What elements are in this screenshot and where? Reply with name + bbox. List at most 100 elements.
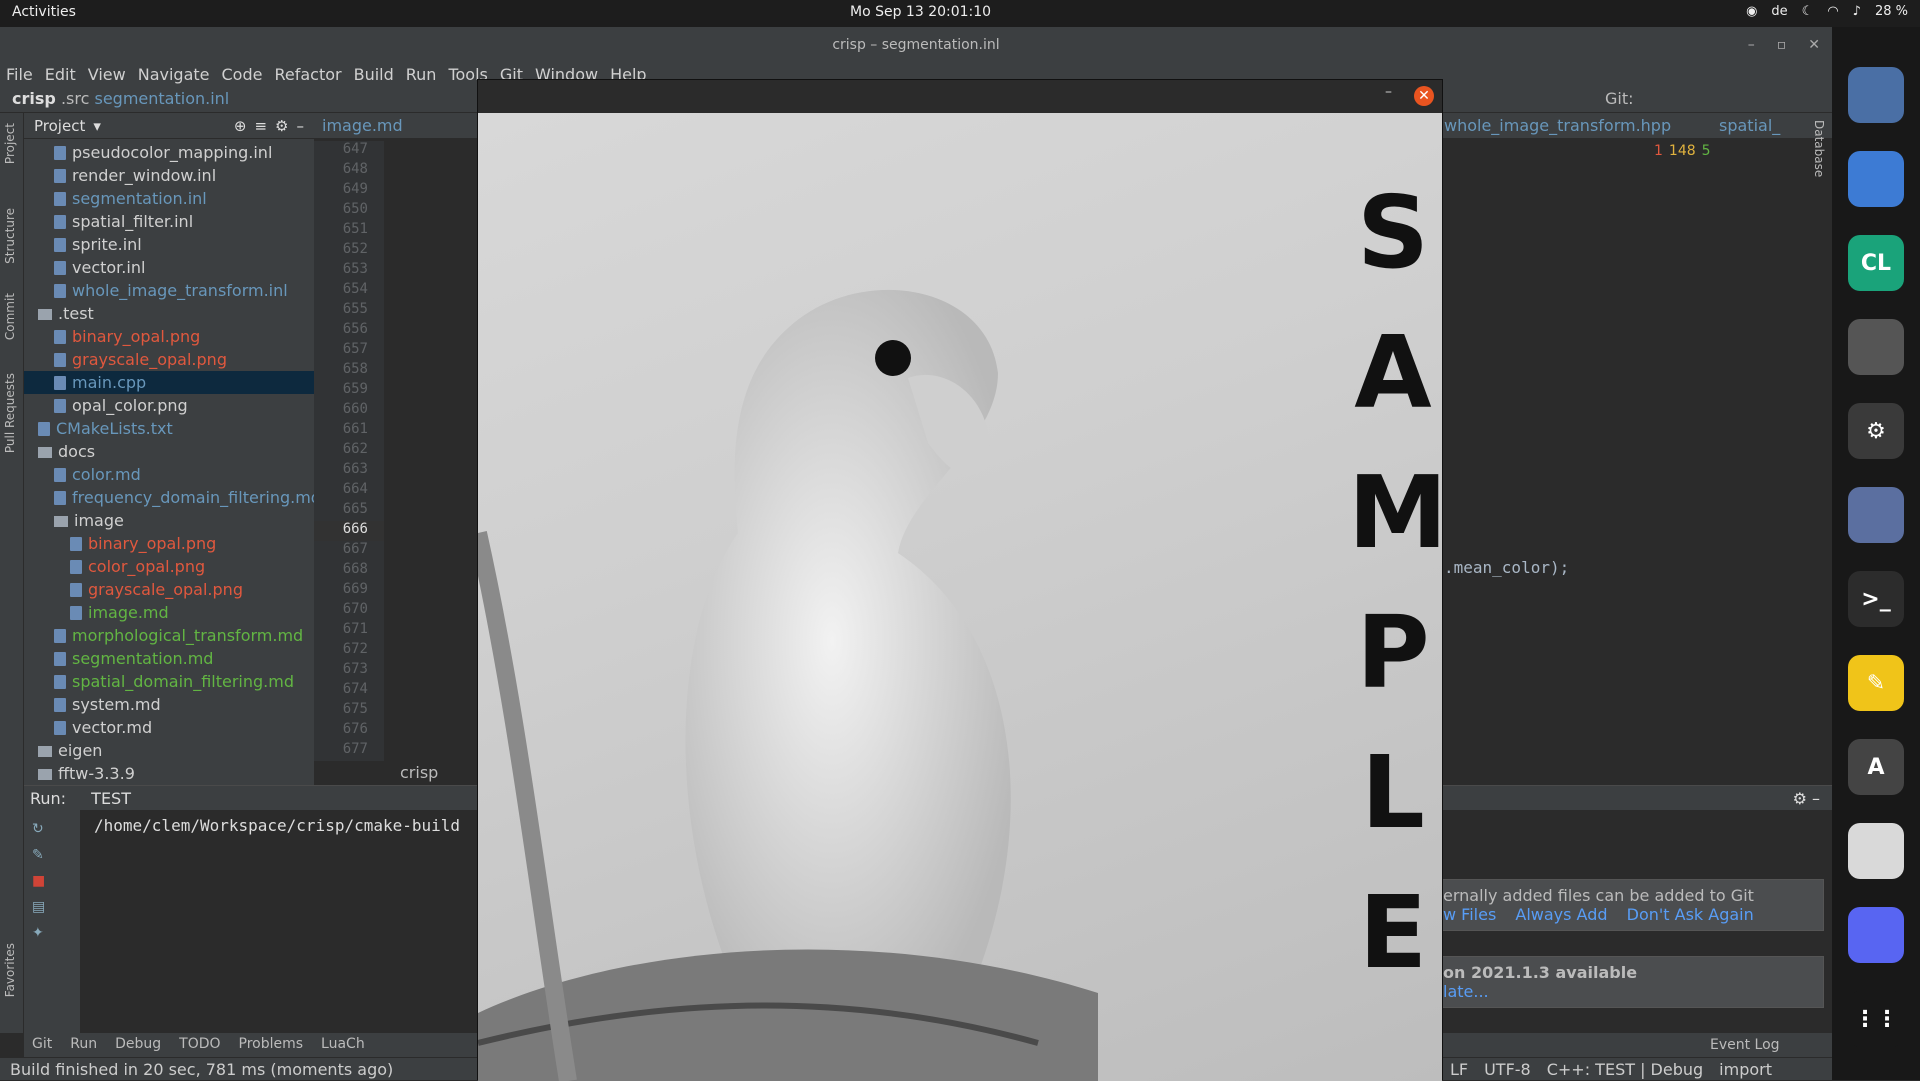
- tree-item[interactable]: eigen: [24, 739, 314, 762]
- tree-item[interactable]: frequency_domain_filtering.md: [24, 486, 314, 509]
- view-files-link[interactable]: w Files: [1443, 905, 1496, 924]
- chromium-icon[interactable]: [1848, 151, 1904, 207]
- menu-item-refactor[interactable]: Refactor: [268, 63, 347, 87]
- tree-item[interactable]: binary_opal.png: [24, 325, 314, 348]
- menu-item-edit[interactable]: Edit: [39, 63, 82, 87]
- settings-icon[interactable]: ⚙: [1848, 403, 1904, 459]
- budgie-icon[interactable]: [1848, 67, 1904, 123]
- menu-item-run[interactable]: Run: [400, 63, 443, 87]
- tree-item[interactable]: pseudocolor_mapping.inl: [24, 141, 314, 164]
- bottom-tab-todo[interactable]: TODO: [179, 1036, 220, 1054]
- tree-item[interactable]: vector.md: [24, 716, 314, 739]
- tree-item[interactable]: fftw-3.3.9: [24, 762, 314, 785]
- wrench-icon[interactable]: ✎: [32, 842, 72, 868]
- menu-item-file[interactable]: File: [0, 63, 39, 87]
- text-editor-icon[interactable]: ✎: [1848, 655, 1904, 711]
- gimp-icon[interactable]: [1848, 319, 1904, 375]
- tree-item[interactable]: segmentation.inl: [24, 187, 314, 210]
- always-add-link[interactable]: Always Add: [1515, 905, 1607, 924]
- bottom-tab-run[interactable]: Run: [70, 1036, 97, 1054]
- line-separator[interactable]: LF: [1450, 1060, 1468, 1079]
- tab-whole-image-transform[interactable]: whole_image_transform.hpp: [1444, 116, 1671, 135]
- code-fragment[interactable]: .mean_color);: [1444, 558, 1569, 577]
- status-message[interactable]: Build finished in 20 sec, 781 ms (moment…: [10, 1060, 393, 1079]
- tree-item[interactable]: whole_image_transform.inl: [24, 279, 314, 302]
- system-tray[interactable]: ◉ de ☾ ◠ ♪ 28 %: [1746, 4, 1908, 19]
- tree-item[interactable]: image: [24, 509, 314, 532]
- breadcrumb-file[interactable]: segmentation.inl: [94, 89, 229, 108]
- bottom-tab-luach[interactable]: LuaCh: [321, 1036, 365, 1054]
- cpp-context[interactable]: C++: TEST | Debug: [1547, 1060, 1703, 1079]
- tool-tab-favorites[interactable]: Favorites: [3, 943, 17, 997]
- event-log-tab[interactable]: Event Log: [1710, 1037, 1780, 1053]
- stop-icon[interactable]: ■: [32, 868, 72, 894]
- minimize-icon[interactable]: –: [1748, 27, 1755, 63]
- tree-item[interactable]: grayscale_opal.png: [24, 578, 314, 601]
- document-viewer-icon[interactable]: [1848, 823, 1904, 879]
- inspection-widget[interactable]: 1 148 5: [1654, 143, 1711, 159]
- project-panel-title[interactable]: Project: [34, 117, 85, 135]
- chevron-down-icon[interactable]: ▾: [93, 117, 101, 135]
- git-branch[interactable]: import: [1719, 1060, 1772, 1079]
- tree-item[interactable]: system.md: [24, 693, 314, 716]
- clion-icon[interactable]: CL: [1848, 235, 1904, 291]
- tree-item[interactable]: grayscale_opal.png: [24, 348, 314, 371]
- run-tab-test[interactable]: TEST: [91, 789, 131, 808]
- tree-item[interactable]: morphological_transform.md: [24, 624, 314, 647]
- tool-tab-commit[interactable]: Commit: [3, 293, 17, 340]
- tree-item[interactable]: main.cpp: [24, 371, 314, 394]
- tab-spatial[interactable]: spatial_: [1719, 116, 1780, 135]
- krita-icon[interactable]: [1848, 487, 1904, 543]
- gear-icon[interactable]: ⚙ –: [1793, 789, 1820, 808]
- tree-item[interactable]: segmentation.md: [24, 647, 314, 670]
- layout-icon[interactable]: ▤: [32, 894, 72, 920]
- locate-icon[interactable]: ⊕: [234, 117, 247, 135]
- tree-item[interactable]: opal_color.png: [24, 394, 314, 417]
- tree-item[interactable]: color_opal.png: [24, 555, 314, 578]
- expand-all-icon[interactable]: ≡: [254, 117, 267, 135]
- tree-item[interactable]: render_window.inl: [24, 164, 314, 187]
- activities-button[interactable]: Activities: [12, 4, 76, 20]
- update-link[interactable]: late...: [1443, 982, 1489, 1001]
- menu-item-view[interactable]: View: [82, 63, 132, 87]
- discord-tray-icon[interactable]: ◉: [1746, 4, 1757, 19]
- run-output[interactable]: /home/clem/Workspace/crisp/cmake-build: [94, 816, 460, 835]
- tree-item[interactable]: image.md: [24, 601, 314, 624]
- tree-item[interactable]: color.md: [24, 463, 314, 486]
- file-encoding[interactable]: UTF-8: [1484, 1060, 1531, 1079]
- menu-item-build[interactable]: Build: [348, 63, 400, 87]
- hide-icon[interactable]: –: [297, 117, 305, 135]
- clock[interactable]: Mo Sep 13 20:01:10: [850, 4, 1080, 20]
- bottom-tab-debug[interactable]: Debug: [115, 1036, 161, 1054]
- language-indicator[interactable]: de: [1771, 4, 1787, 19]
- app-grid-icon[interactable]: ⋮⋮: [1848, 991, 1904, 1047]
- tool-tab-structure[interactable]: Structure: [3, 208, 17, 264]
- tree-item[interactable]: sprite.inl: [24, 233, 314, 256]
- tree-item[interactable]: CMakeLists.txt: [24, 417, 314, 440]
- close-icon[interactable]: ✕: [1808, 27, 1820, 63]
- gear-icon[interactable]: ⚙: [275, 117, 288, 135]
- battery-level[interactable]: 28 %: [1875, 4, 1908, 19]
- software-updater-icon[interactable]: A: [1848, 739, 1904, 795]
- tree-item[interactable]: spatial_domain_filtering.md: [24, 670, 314, 693]
- tree-item[interactable]: .test: [24, 302, 314, 325]
- tree-item[interactable]: binary_opal.png: [24, 532, 314, 555]
- tool-tab-pull-requests[interactable]: Pull Requests: [3, 373, 17, 453]
- editor-breadcrumb[interactable]: crisp: [400, 763, 438, 782]
- tool-tab-project[interactable]: Project: [3, 123, 17, 164]
- tree-item[interactable]: spatial_filter.inl: [24, 210, 314, 233]
- bottom-tab-git[interactable]: Git: [32, 1036, 52, 1054]
- dont-ask-again-link[interactable]: Don't Ask Again: [1627, 905, 1754, 924]
- minimize-icon[interactable]: –: [1385, 84, 1392, 100]
- breadcrumb-src[interactable]: .src: [61, 89, 89, 108]
- discord-icon[interactable]: [1848, 907, 1904, 963]
- terminal-icon[interactable]: >_: [1848, 571, 1904, 627]
- pin-icon[interactable]: ✦: [32, 920, 72, 946]
- bottom-tab-problems[interactable]: Problems: [239, 1036, 304, 1054]
- menu-item-code[interactable]: Code: [216, 63, 269, 87]
- maximize-icon[interactable]: ▫: [1777, 27, 1787, 63]
- tree-item[interactable]: vector.inl: [24, 256, 314, 279]
- close-icon[interactable]: ✕: [1414, 86, 1434, 106]
- tool-tab-database[interactable]: Database: [1812, 120, 1826, 177]
- menu-item-navigate[interactable]: Navigate: [132, 63, 216, 87]
